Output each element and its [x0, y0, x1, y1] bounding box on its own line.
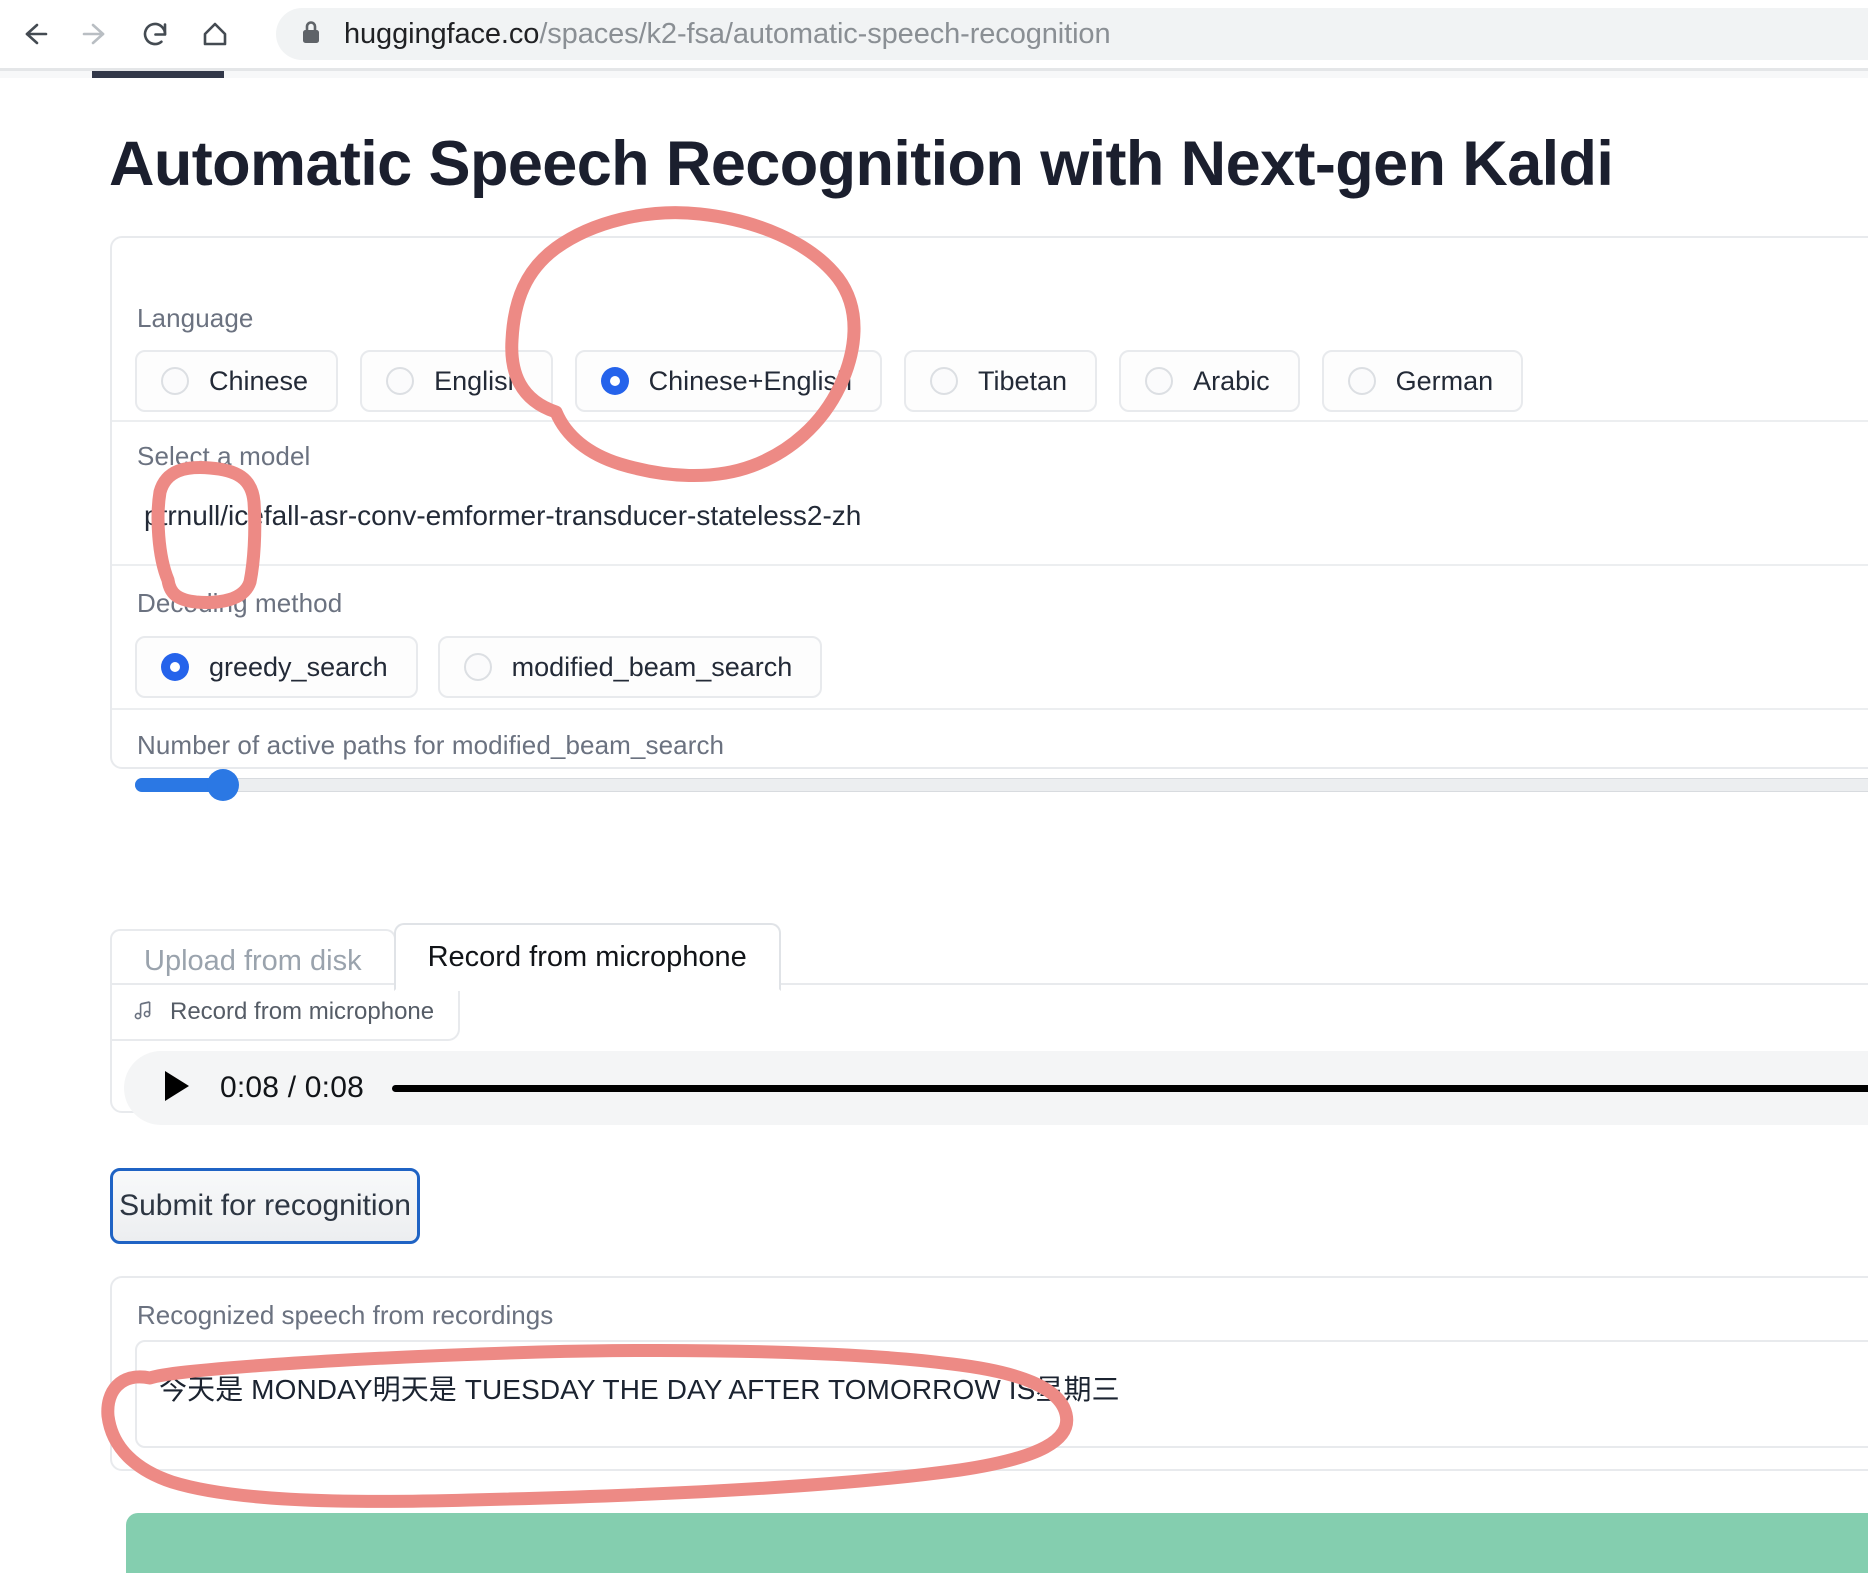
radio-label: English [434, 365, 523, 396]
home-icon [195, 14, 235, 54]
music-note-icon [132, 998, 156, 1027]
arrow-right-icon [75, 14, 115, 54]
radio-dot-icon [930, 367, 959, 395]
submit-for-recognition-button[interactable]: Submit for recognition [110, 1168, 420, 1244]
radio-label: Chinese [209, 365, 309, 396]
audio-time-display: 0:08 / 0:08 [220, 1071, 364, 1104]
status-green-panel [126, 1513, 1868, 1573]
browser-nav-controls [0, 0, 242, 68]
radio-dot-selected-icon [161, 653, 189, 681]
input-tabs: Upload from disk Record from microphone [110, 923, 781, 991]
radio-label: German [1395, 365, 1494, 396]
radio-label: greedy_search [209, 651, 388, 682]
radio-dot-icon [1347, 367, 1376, 395]
audio-input-panel: Record from microphone 0:08 / 0:08 [110, 983, 1868, 1125]
forward-button[interactable] [68, 7, 122, 61]
radio-label: modified_beam_search [511, 651, 793, 682]
radio-option-tibetan[interactable]: Tibetan [904, 350, 1098, 412]
reload-icon [135, 14, 175, 54]
radio-label: Tibetan [978, 365, 1068, 396]
tab-upload-from-disk[interactable]: Upload from disk [110, 929, 396, 991]
radio-dot-icon [463, 653, 492, 681]
model-select[interactable]: ptrnull/icefall-asr-conv-emformer-transd… [144, 500, 861, 532]
audio-source-chip: Record from microphone [112, 985, 461, 1041]
audio-player: 0:08 / 0:08 [124, 1051, 1868, 1125]
audio-progress-bar[interactable] [391, 1084, 1868, 1092]
active-paths-slider[interactable] [135, 769, 1868, 801]
decoding-method-radio-group: greedy_search modified_beam_search [135, 636, 823, 698]
radio-option-english[interactable]: English [360, 350, 553, 412]
page-title: Automatic Speech Recognition with Next-g… [109, 129, 1614, 199]
model-label: Select a model [137, 441, 311, 471]
divider [112, 420, 1868, 422]
reload-button[interactable] [128, 7, 182, 61]
browser-chrome: huggingface.co/spaces/k2-fsa/automatic-s… [0, 0, 1868, 68]
recognized-speech-text: 今天是 MONDAY明天是 TUESDAY THE DAY AFTER TOMO… [159, 1374, 1120, 1405]
tab-record-from-microphone[interactable]: Record from microphone [393, 923, 781, 991]
recognized-speech-label: Recognized speech from recordings [137, 1300, 554, 1330]
url-host: huggingface.co [344, 17, 540, 50]
recognized-speech-textbox[interactable]: 今天是 MONDAY明天是 TUESDAY THE DAY AFTER TOMO… [135, 1340, 1868, 1448]
radio-option-german[interactable]: German [1321, 350, 1524, 412]
radio-dot-icon [1145, 367, 1174, 395]
url-text: huggingface.co/spaces/k2-fsa/automatic-s… [344, 17, 1111, 51]
output-card: Recognized speech from recordings 今天是 MO… [110, 1276, 1868, 1471]
radio-dot-selected-icon [600, 367, 629, 395]
arrow-left-icon [15, 14, 55, 54]
page-body: Automatic Speech Recognition with Next-g… [0, 78, 1868, 1573]
divider [112, 708, 1868, 710]
radio-option-chinese-english[interactable]: Chinese+English [574, 350, 883, 412]
home-button[interactable] [188, 7, 242, 61]
play-icon[interactable] [162, 1069, 192, 1108]
back-button[interactable] [8, 7, 62, 61]
divider [112, 564, 1868, 566]
slider-handle[interactable] [207, 769, 239, 801]
url-bar[interactable]: huggingface.co/spaces/k2-fsa/automatic-s… [276, 8, 1868, 60]
language-radio-group: Chinese English Chinese+English Tibetan … [135, 350, 1524, 412]
radio-option-modified-beam-search[interactable]: modified_beam_search [437, 636, 823, 698]
radio-label: Arabic [1193, 365, 1270, 396]
slider-fill [135, 778, 218, 792]
language-label: Language [137, 303, 254, 333]
radio-dot-icon [386, 367, 415, 395]
url-path: /spaces/k2-fsa/automatic-speech-recognit… [539, 17, 1111, 50]
audio-source-chip-label: Record from microphone [170, 998, 435, 1025]
decoding-method-label: Decoding method [137, 588, 343, 618]
radio-dot-icon [161, 367, 189, 395]
settings-card: Language Chinese English Chinese+English… [110, 236, 1868, 801]
lock-icon [300, 18, 322, 51]
radio-label: Chinese+English [648, 365, 853, 396]
page-loading-bar [92, 71, 224, 78]
active-paths-label: Number of active paths for modified_beam… [137, 730, 725, 760]
slider-track[interactable] [135, 778, 1868, 792]
page-loading-track [0, 71, 1868, 78]
radio-option-chinese[interactable]: Chinese [135, 350, 339, 412]
radio-option-arabic[interactable]: Arabic [1119, 350, 1300, 412]
radio-option-greedy-search[interactable]: greedy_search [135, 636, 418, 698]
